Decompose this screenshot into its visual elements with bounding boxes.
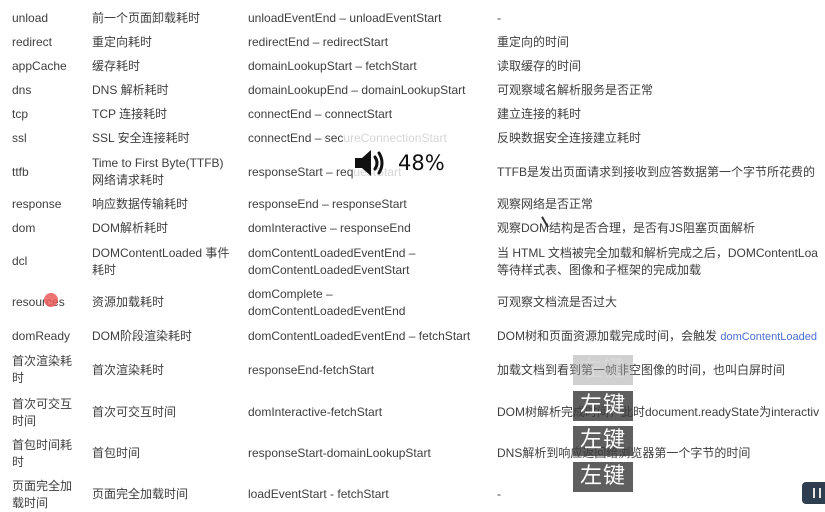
metric-description: 可观察域名解析服务是否正常 <box>497 83 654 97</box>
left-click-badge: 左键 <box>573 355 633 385</box>
metric-formula: loadEventStart - fetchStart <box>248 487 389 501</box>
metric-description: - <box>497 487 501 501</box>
metric-key: domReady <box>12 329 71 343</box>
metric-name: DOM阶段渲染耗时 <box>92 329 192 343</box>
metric-key: tcp <box>12 107 29 121</box>
volume-percent: 48% <box>398 151 445 175</box>
metric-formula: domContentLoadedEventEnd – domContentLoa… <box>248 246 416 277</box>
metric-description: - <box>497 11 501 25</box>
formula-text: responseStart – req <box>248 165 354 179</box>
metric-key: appCache <box>12 59 67 73</box>
metric-name: TCP 连接耗时 <box>92 107 168 121</box>
metric-formula: unloadEventEnd – unloadEventStart <box>248 11 442 25</box>
metric-name: DNS 解析耗时 <box>92 83 169 97</box>
metric-key: 首次渲染耗时 <box>12 354 73 385</box>
metric-formula: domComplete – domContentLoadedEventEnd <box>248 287 406 318</box>
metric-formula: responseEnd-fetchStart <box>248 363 375 377</box>
metric-formula: responseStart-domainLookupStart <box>248 446 431 460</box>
metric-name: 页面完全加载时间 <box>92 487 189 501</box>
domcontentloaded-link[interactable]: domContentLoaded <box>720 331 817 343</box>
metric-description: 可观察文档流是否过大 <box>497 295 618 309</box>
pause-icon <box>813 488 815 498</box>
metric-description: 建立连接的耗时 <box>497 107 582 121</box>
metric-name: 重定向耗时 <box>92 35 153 49</box>
metric-key: dcl <box>12 254 28 268</box>
metric-key: response <box>12 197 62 211</box>
metric-key: dns <box>12 83 32 97</box>
metric-description: TTFB是发出页面请求到接收到应答数据第一个字节所花费的 <box>497 165 815 179</box>
metric-name: 首包时间 <box>92 446 141 460</box>
metric-formula: domainLookupStart – fetchStart <box>248 59 417 73</box>
metric-description: 重定向的时间 <box>497 35 570 49</box>
left-click-badge: 左键 <box>573 391 633 421</box>
performance-metrics-table: unload 前一个页面卸载耗时 unloadEventEnd – unload… <box>0 0 825 510</box>
metric-name: DOM解析耗时 <box>92 221 168 235</box>
metric-name: 首次可交互时间 <box>92 405 177 419</box>
metric-name: Time to First Byte(TTFB) 网络请求耗时 <box>92 156 224 187</box>
formula-text: connectEnd – sec <box>248 131 344 145</box>
metric-name: SSL 安全连接耗时 <box>92 131 190 145</box>
metric-name: DOMContentLoaded 事件耗时 <box>92 246 230 277</box>
mouse-cursor-highlight <box>44 293 58 307</box>
metric-formula: connectEnd – connectStart <box>248 107 393 121</box>
metric-description: 读取缓存的时间 <box>497 59 582 73</box>
formula-text-obscured: ureConnectionStart <box>343 131 447 145</box>
metric-key: dom <box>12 221 36 235</box>
metric-description: 反映数据安全连接建立耗时 <box>497 131 642 145</box>
metric-name: 前一个页面卸载耗时 <box>92 11 201 25</box>
pause-button[interactable] <box>802 482 825 504</box>
metric-key: 首次可交互时间 <box>12 397 73 428</box>
metric-key: 首包时间耗时 <box>12 438 73 469</box>
metric-formula: redirectEnd – redirectStart <box>248 35 389 49</box>
metric-formula: connectEnd – secureConnectionStart <box>248 130 488 147</box>
metric-description: DOM树解析完成时间，此时document.readyState为interac… <box>497 405 820 419</box>
metric-key: ttfb <box>12 165 29 179</box>
metric-name: 资源加载耗时 <box>92 295 165 309</box>
metric-key: 页面完全加载时间 <box>12 479 73 510</box>
metric-key: unload <box>12 11 49 25</box>
metric-formula: domInteractive-fetchStart <box>248 405 383 419</box>
metric-key: ssl <box>12 131 27 145</box>
metric-formula: domInteractive – responseEnd <box>248 221 411 235</box>
metric-key: redirect <box>12 35 53 49</box>
metric-name: 首次渲染耗时 <box>92 363 165 377</box>
speaker-icon <box>355 150 384 176</box>
metric-formula: responseEnd – responseStart <box>248 197 407 211</box>
metric-formula: domainLookupEnd – domainLookupStart <box>248 83 466 97</box>
metric-description: DOM树和页面资源加载完成时间，会触发 domContentLoaded <box>497 328 825 346</box>
metric-name: 响应数据传输耗时 <box>92 197 189 211</box>
left-click-badge: 左键 <box>573 426 633 456</box>
left-click-badge: 左键 <box>573 462 633 492</box>
metric-description: DNS解析到响应返回给浏览器第一个字节的时间 <box>497 445 825 462</box>
metric-formula: domContentLoadedEventEnd – fetchStart <box>248 329 471 343</box>
metric-description-continued: 等待样式表、图像和子框架的完成加载 <box>497 263 702 277</box>
metric-description: 观察网络是否正常 <box>497 197 594 211</box>
description-text: DOM树和页面资源加载完成时间，会触发 <box>497 329 717 343</box>
volume-indicator: 48% <box>352 146 445 180</box>
metric-description: 加载文档到看到第一帧非空图像的时间，也叫白屏时间 <box>497 363 786 377</box>
metric-description: 当 HTML 文档被完全加载和解析完成之后，DOMContentLoa <box>497 246 818 260</box>
metric-name: 缓存耗时 <box>92 59 141 73</box>
